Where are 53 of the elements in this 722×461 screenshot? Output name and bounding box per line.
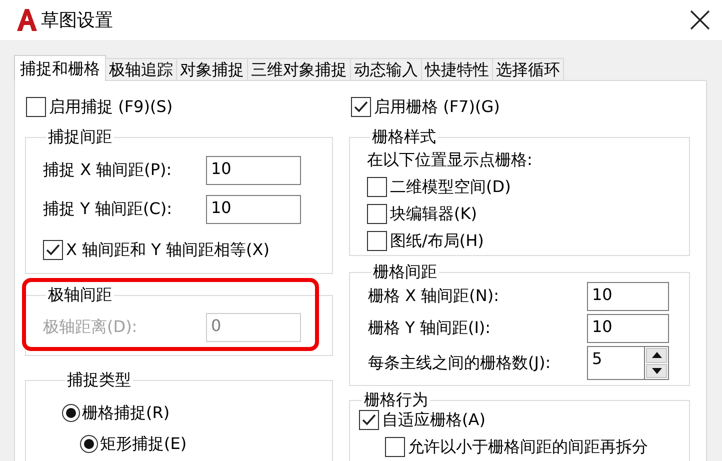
checkbox-label[interactable]: 图纸/布局(H) <box>390 231 484 251</box>
group-title: 栅格间距 <box>372 262 438 282</box>
tab[interactable]: 选择循环 <box>492 58 564 80</box>
input-field[interactable]: 10 <box>206 156 301 185</box>
checkbox[interactable] <box>385 437 405 457</box>
app-logo-icon <box>17 9 37 31</box>
group-title: 捕捉间距 <box>47 127 113 147</box>
radio-button[interactable] <box>62 404 80 422</box>
checkbox[interactable] <box>26 97 46 117</box>
checkbox-label[interactable]: 块编辑器(K) <box>390 204 477 224</box>
checkbox-label[interactable]: 二维模型空间(D) <box>390 177 511 197</box>
group-title: 栅格样式 <box>371 127 437 147</box>
tab[interactable]: 极轴追踪 <box>105 58 177 80</box>
group-caption: 在以下位置显示点栅格: <box>367 150 534 170</box>
checkbox-label[interactable]: 允许以小于栅格间距的间距再拆分 <box>408 437 648 457</box>
tab[interactable]: 三维对象捕捉 <box>247 58 351 80</box>
group-title: 极轴间距 <box>47 285 113 305</box>
checkbox-label[interactable]: 启用捕捉 (F9)(S) <box>49 97 173 117</box>
checkbox[interactable] <box>351 97 371 117</box>
checkbox[interactable] <box>43 240 63 260</box>
field-label: 极轴距离(D): <box>43 317 138 338</box>
input-field[interactable]: 10 <box>587 314 669 343</box>
spin-up-button[interactable] <box>646 348 667 362</box>
close-button[interactable] <box>688 8 712 32</box>
spin-down-button[interactable] <box>646 364 667 378</box>
window-title: 草图设置 <box>41 9 114 32</box>
down-triangle-icon <box>652 368 662 374</box>
close-icon <box>690 10 710 30</box>
checkbox[interactable] <box>367 204 387 224</box>
tab[interactable]: 快捷特性 <box>421 58 493 80</box>
field-label: 每条主线之间的栅格数(J): <box>368 352 552 374</box>
checkbox[interactable] <box>359 410 379 430</box>
input-field[interactable]: 10 <box>206 195 301 224</box>
input-field[interactable]: 10 <box>587 282 669 311</box>
radio-button[interactable] <box>80 435 98 453</box>
radio-label[interactable]: 栅格捕捉(R) <box>82 402 170 424</box>
tab[interactable]: 捕捉和栅格 <box>14 55 106 81</box>
field-label: 捕捉 Y 轴间距(C): <box>43 199 173 220</box>
group-title: 栅格行为 <box>363 390 429 410</box>
checkbox-label[interactable]: 自适应栅格(A) <box>382 410 486 430</box>
checkbox-label[interactable]: 启用栅格 (F7)(G) <box>374 97 500 117</box>
group-title: 捕捉类型 <box>66 370 132 390</box>
checkbox[interactable] <box>367 177 387 197</box>
tab[interactable]: 对象捕捉 <box>176 58 248 80</box>
field-label: 捕捉 X 轴间距(P): <box>43 160 173 181</box>
radio-label[interactable]: 矩形捕捉(E) <box>100 434 187 454</box>
up-triangle-icon <box>652 352 662 358</box>
tab[interactable]: 动态输入 <box>350 58 422 80</box>
field-label: 栅格 X 轴间距(N): <box>368 286 500 307</box>
checkbox-label[interactable]: X 轴间距和 Y 轴间距相等(X) <box>66 240 270 260</box>
field-label: 栅格 Y 轴间距(I): <box>368 318 492 339</box>
input-field[interactable]: 5 <box>587 346 644 380</box>
checkbox[interactable] <box>367 231 387 251</box>
